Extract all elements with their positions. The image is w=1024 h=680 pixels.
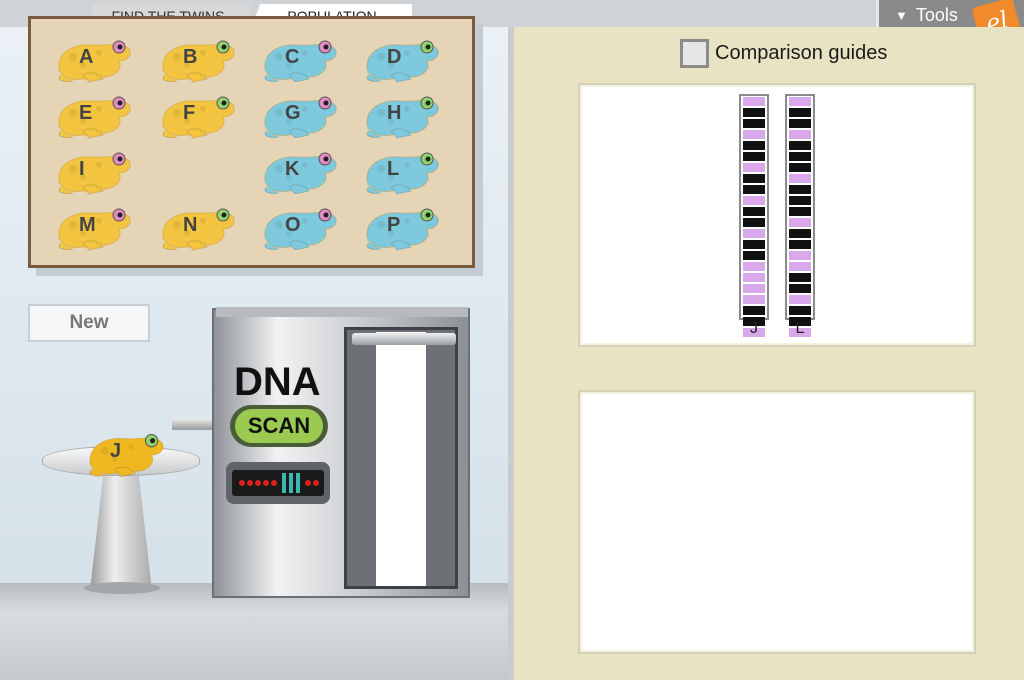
dna-segment xyxy=(789,152,811,161)
dna-segment xyxy=(743,251,765,260)
frog-label: N xyxy=(183,214,198,236)
dna-strand-j xyxy=(739,94,769,337)
frog-c[interactable]: C xyxy=(259,35,343,85)
frog-label: D xyxy=(387,46,402,68)
frog-label: K xyxy=(285,158,300,180)
frog-m[interactable]: M xyxy=(53,203,137,253)
frog-l[interactable]: L xyxy=(361,147,445,197)
dna-segment xyxy=(789,130,811,139)
frog-p[interactable]: P xyxy=(361,203,445,253)
dna-segment xyxy=(789,229,811,238)
frog-g[interactable]: G xyxy=(259,91,343,141)
dna-segment xyxy=(789,185,811,194)
dna-segment xyxy=(789,207,811,216)
dna-segment xyxy=(743,97,765,106)
dna-segment xyxy=(789,251,811,260)
dna-segment xyxy=(743,196,765,205)
printout-paper xyxy=(376,332,426,586)
frog-f[interactable]: F xyxy=(157,91,241,141)
dna-segment xyxy=(789,306,811,315)
triangle-down-icon: ▼ xyxy=(895,8,908,23)
dna-segment xyxy=(789,262,811,271)
dna-segment xyxy=(789,218,811,227)
dna-segment xyxy=(789,108,811,117)
paper-roller xyxy=(352,333,456,345)
dna-segment xyxy=(789,284,811,293)
frog-b[interactable]: B xyxy=(157,35,241,85)
dna-segment xyxy=(743,207,765,216)
frog-label: C xyxy=(285,46,300,68)
dna-segment xyxy=(789,196,811,205)
scanner-probe xyxy=(172,418,216,430)
frog-i[interactable]: I xyxy=(53,147,137,197)
scanner-title: DNA xyxy=(234,360,321,404)
dna-segment xyxy=(743,229,765,238)
dna-segment xyxy=(743,306,765,315)
dna-comparison-panel-bottom xyxy=(578,390,976,654)
scan-button-label: SCAN xyxy=(235,409,323,443)
dna-segment xyxy=(789,240,811,249)
frog-label: F xyxy=(183,102,196,124)
frog-d[interactable]: D xyxy=(361,35,445,85)
dna-strand-l xyxy=(785,94,815,337)
frog-o[interactable]: O xyxy=(259,203,343,253)
dna-segment xyxy=(743,163,765,172)
dna-segment xyxy=(743,174,765,183)
readout-lights-icon xyxy=(239,473,319,493)
dna-segment xyxy=(743,240,765,249)
frog-label: G xyxy=(285,102,301,124)
scanner-top xyxy=(216,307,468,317)
dna-segment xyxy=(743,262,765,271)
dna-segment xyxy=(743,218,765,227)
dna-comparison-panel-top xyxy=(578,83,976,347)
frog-k[interactable]: K xyxy=(259,147,343,197)
new-button[interactable]: New xyxy=(28,304,150,342)
dna-segment xyxy=(743,185,765,194)
frog-label: J xyxy=(110,440,122,462)
comparison-guides-toggle[interactable]: Comparison guides xyxy=(680,39,887,68)
dna-segment xyxy=(789,141,811,150)
tools-label: Tools xyxy=(915,5,958,25)
stand-base xyxy=(84,582,160,594)
dna-segment xyxy=(743,141,765,150)
frog-e[interactable]: E xyxy=(53,91,137,141)
frog-label: A xyxy=(79,46,94,68)
frog-label: M xyxy=(79,214,96,236)
dna-segment xyxy=(743,295,765,304)
frog-label: L xyxy=(387,158,400,180)
dna-segment xyxy=(789,97,811,106)
dna-segment xyxy=(743,273,765,282)
dna-segment xyxy=(789,163,811,172)
dna-segment xyxy=(743,284,765,293)
dna-strand-label: L xyxy=(795,320,805,337)
dna-segment xyxy=(789,273,811,282)
frog-population-board: A B C D E F G H I K L M N O P xyxy=(28,16,475,268)
frog-label: P xyxy=(387,214,401,236)
dna-segment xyxy=(743,152,765,161)
dna-segment xyxy=(743,108,765,117)
scan-button[interactable]: SCAN xyxy=(230,405,328,447)
dna-segment xyxy=(789,119,811,128)
frog-label: B xyxy=(183,46,198,68)
frog-label: I xyxy=(79,158,85,180)
frog-on-stand[interactable]: J xyxy=(84,428,170,480)
frog-h[interactable]: H xyxy=(361,91,445,141)
dna-segment xyxy=(743,130,765,139)
comparison-guides-checkbox[interactable] xyxy=(680,39,709,68)
dna-segment xyxy=(743,119,765,128)
dna-segment xyxy=(789,295,811,304)
scanner-readout xyxy=(226,462,330,504)
dna-segment xyxy=(789,174,811,183)
frog-label: E xyxy=(79,102,93,124)
dna-strand-label: J xyxy=(750,320,758,337)
frog-n[interactable]: N xyxy=(157,203,241,253)
frog-label: H xyxy=(387,102,402,124)
comparison-guides-label: Comparison guides xyxy=(715,42,888,64)
frog-a[interactable]: A xyxy=(53,35,137,85)
frog-label: O xyxy=(285,214,301,236)
